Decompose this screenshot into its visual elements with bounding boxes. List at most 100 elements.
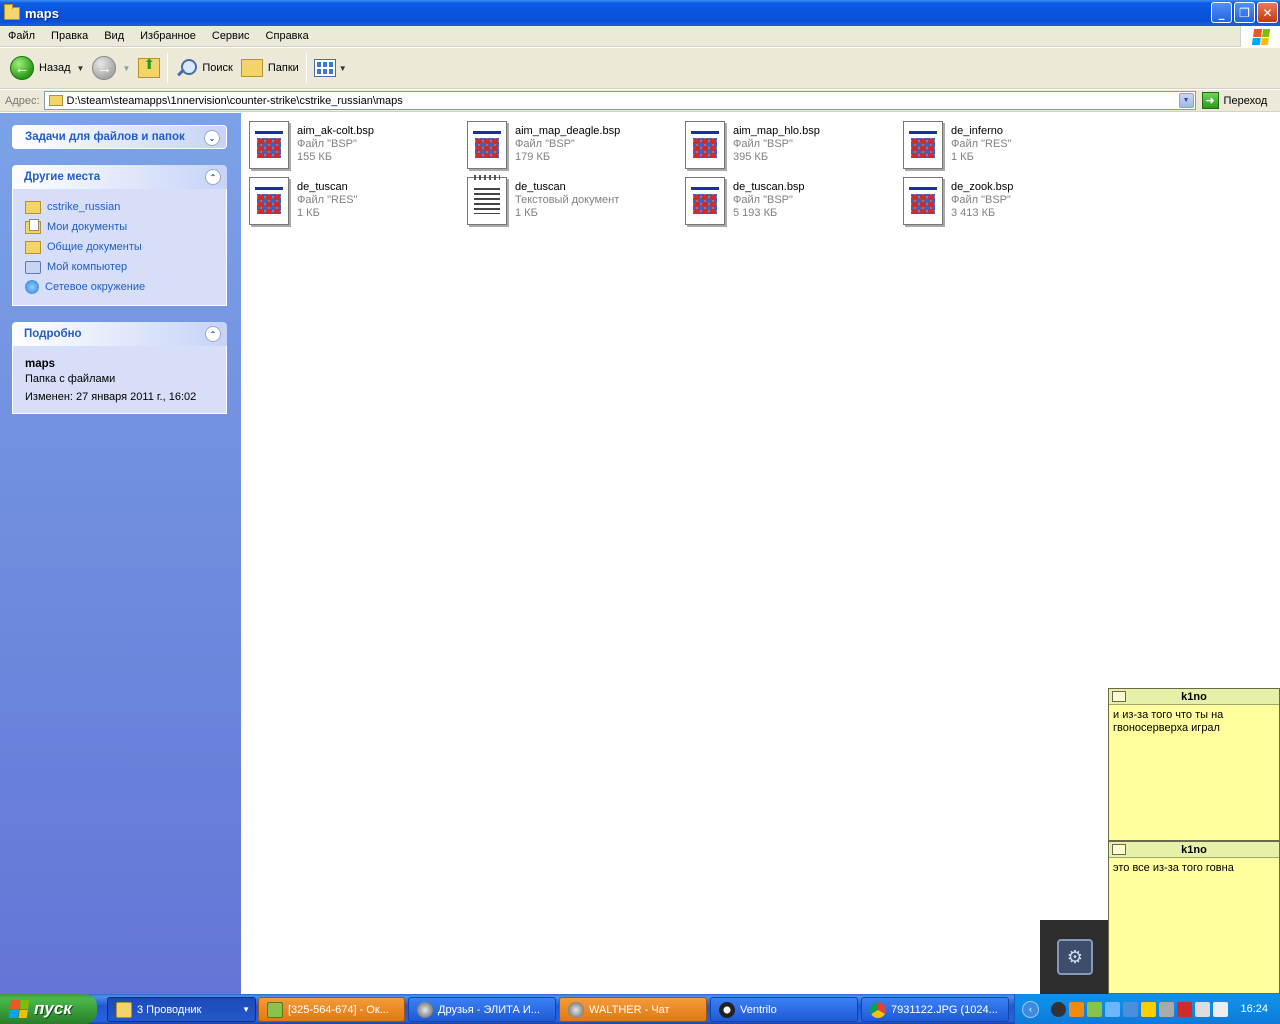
address-dropdown-icon[interactable]: ▼ — [1178, 93, 1194, 108]
chat-notification[interactable]: k1no это все из-за того говна — [1108, 841, 1280, 994]
group-dropdown-icon: ▼ — [242, 1005, 250, 1014]
menu-edit[interactable]: Правка — [43, 30, 96, 42]
task-label: Ventrilo — [740, 1003, 777, 1016]
file-name: aim_ak-colt.bsp — [297, 125, 375, 137]
chat-notification[interactable]: k1no и из-за того что ты на гвоносерверх… — [1108, 688, 1280, 841]
file-name: aim_map_deagle.bsp — [515, 125, 621, 137]
file-item[interactable]: aim_map_deagle.bsp Файл "BSP" 179 КБ — [459, 117, 677, 171]
search-label: Поиск — [202, 62, 233, 74]
place-link-shared-documents[interactable]: Общие документы — [25, 237, 214, 257]
forward-button[interactable]: → ▼ — [88, 51, 134, 85]
folders-button[interactable]: Папки — [237, 51, 303, 85]
forward-arrow-icon: → — [92, 56, 117, 80]
steam-icon — [568, 1001, 584, 1018]
up-folder-button[interactable] — [134, 51, 164, 85]
file-item[interactable]: aim_ak-colt.bsp Файл "BSP" 155 КБ — [241, 117, 459, 171]
chat-icon — [1112, 691, 1126, 702]
menu-help[interactable]: Справка — [258, 30, 317, 42]
task-button-steam-chat[interactable]: WALTHER - Чат — [559, 997, 707, 1022]
chrome-icon — [870, 1001, 886, 1018]
file-item[interactable]: de_tuscan Файл "RES" 1 КБ — [241, 173, 459, 227]
steam-notification-popup[interactable]: ⚙ — [1040, 920, 1110, 994]
collapse-chevron-icon[interactable]: ⌃ — [205, 169, 221, 185]
title-bar[interactable]: maps _ ❐ ✕ — [0, 0, 1280, 26]
file-name: de_tuscan.bsp — [733, 181, 805, 193]
notification-header: k1no — [1109, 842, 1279, 858]
minimize-button[interactable]: _ — [1211, 2, 1232, 23]
tools-tray-icon[interactable] — [1159, 1001, 1174, 1017]
folder-icon — [4, 3, 20, 20]
start-button[interactable]: пуск — [0, 994, 97, 1024]
menu-file[interactable]: Файл — [0, 30, 43, 42]
security-shield-icon[interactable] — [1141, 1001, 1156, 1017]
file-item[interactable]: aim_map_hlo.bsp Файл "BSP" 395 КБ — [677, 117, 895, 171]
task-button-icq[interactable]: [325-564-674] - Ок... — [258, 997, 405, 1022]
task-button-ventrilo[interactable]: Ventrilo — [710, 997, 858, 1022]
search-button[interactable]: Поиск — [171, 51, 236, 85]
my-documents-icon — [25, 218, 41, 234]
task-button-steam-friends[interactable]: Друзья - ЭЛИТА И... — [408, 997, 556, 1022]
menu-tools[interactable]: Сервис — [204, 30, 258, 42]
task-button-image[interactable]: 7931122.JPG (1024... — [861, 997, 1009, 1022]
close-button[interactable]: ✕ — [1257, 2, 1278, 23]
file-item[interactable]: de_tuscan.bsp Файл "BSP" 5 193 КБ — [677, 173, 895, 227]
file-size: 179 КБ — [515, 151, 551, 163]
task-button-explorer[interactable]: 3 Проводник ▼ — [107, 997, 256, 1022]
icq-tray-icon[interactable] — [1087, 1001, 1102, 1017]
show-hidden-icons-icon[interactable]: ‹ — [1022, 1000, 1039, 1018]
tasks-panel: Задачи для файлов и папок ⌄ — [12, 125, 227, 149]
network-tray-icon[interactable] — [1105, 1001, 1120, 1017]
views-dropdown-icon[interactable]: ▼ — [339, 64, 347, 73]
details-header[interactable]: Подробно ⌃ — [12, 322, 227, 346]
address-path: D:\steam\steamapps\1nnervision\counter-s… — [66, 94, 403, 107]
toolbar-separator — [305, 53, 307, 83]
bsp-file-icon — [467, 121, 507, 169]
maximize-button[interactable]: ❐ — [1234, 2, 1255, 23]
file-item[interactable]: de_zook.bsp Файл "BSP" 3 413 КБ — [895, 173, 1113, 227]
task-label: 3 Проводник — [137, 1003, 202, 1016]
folder-icon — [116, 1001, 132, 1018]
menu-view[interactable]: Вид — [96, 30, 132, 42]
folder-icon — [25, 200, 41, 214]
volume-tray-icon[interactable] — [1195, 1001, 1210, 1017]
place-link-my-documents[interactable]: Мои документы — [25, 217, 214, 237]
ventrilo-tray-icon[interactable] — [1213, 1001, 1228, 1017]
file-item[interactable]: de_inferno Файл "RES" 1 КБ — [895, 117, 1113, 171]
clock[interactable]: 16:24 — [1240, 1003, 1268, 1015]
file-type: Файл "RES" — [297, 194, 358, 206]
collapse-chevron-icon[interactable]: ⌃ — [205, 326, 221, 342]
task-label: WALTHER - Чат — [589, 1003, 670, 1016]
windows-flag-icon — [1251, 28, 1270, 45]
go-button[interactable]: ➜ Переход — [1201, 92, 1267, 109]
menu-favorites[interactable]: Избранное — [132, 30, 204, 42]
place-label: cstrike_russian — [47, 201, 121, 213]
other-places-list: cstrike_russian Мои документы Общие доку… — [12, 189, 227, 306]
back-button[interactable]: ← Назад ▼ — [6, 51, 88, 85]
expand-chevron-icon[interactable]: ⌄ — [204, 130, 220, 146]
other-places-header[interactable]: Другие места ⌃ — [12, 165, 227, 189]
address-input[interactable]: D:\steam\steamapps\1nnervision\counter-s… — [43, 91, 1196, 110]
file-item[interactable]: de_tuscan Текстовый документ 1 КБ — [459, 173, 677, 227]
media-tray-icon[interactable] — [1069, 1001, 1084, 1017]
place-link-network[interactable]: Сетевое окружение — [25, 277, 214, 297]
menu-bar: Файл Правка Вид Избранное Сервис Справка — [0, 26, 1280, 47]
steam-tray-icon[interactable] — [1051, 1001, 1066, 1017]
place-link-my-computer[interactable]: Мой компьютер — [25, 257, 214, 277]
text-file-icon — [467, 175, 507, 225]
forward-dropdown-icon[interactable]: ▼ — [122, 64, 130, 73]
views-button[interactable]: ▼ — [310, 51, 351, 85]
file-name: de_tuscan — [515, 181, 566, 193]
file-name: de_tuscan — [297, 181, 348, 193]
antivirus-tray-icon[interactable] — [1177, 1001, 1192, 1017]
file-type: Файл "BSP" — [297, 138, 357, 150]
address-label: Адрес: — [5, 94, 40, 107]
network-tray-icon[interactable] — [1123, 1001, 1138, 1017]
back-dropdown-icon[interactable]: ▼ — [77, 64, 85, 73]
tasks-panel-header[interactable]: Задачи для файлов и папок ⌄ — [12, 125, 227, 149]
file-type: Текстовый документ — [515, 194, 620, 206]
task-label: [325-564-674] - Ок... — [288, 1003, 389, 1016]
back-arrow-icon: ← — [10, 56, 34, 80]
place-link-cstrike-russian[interactable]: cstrike_russian — [25, 197, 214, 217]
details-panel: Подробно ⌃ maps Папка с файлами Изменен:… — [12, 322, 227, 414]
res-file-icon — [249, 177, 289, 225]
